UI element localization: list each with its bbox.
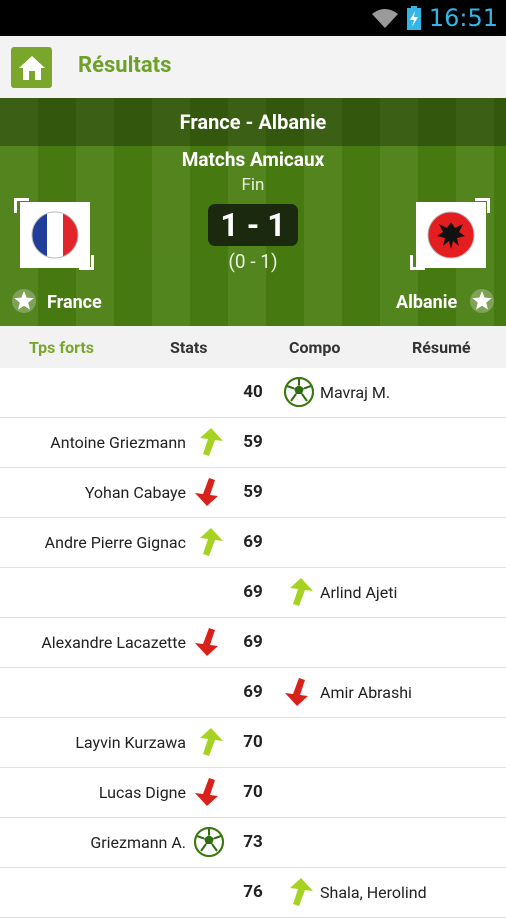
france-flag-icon <box>31 211 79 259</box>
event-row[interactable]: 40 Mavraj M. <box>0 368 506 418</box>
substitution-in-arrow-icon <box>193 726 225 758</box>
event-minute: 69 <box>243 532 263 552</box>
substitution-out-arrow-icon <box>193 476 225 508</box>
event-row[interactable]: Griezmann A. 73 <box>0 818 506 868</box>
event-minute: 69 <box>243 632 263 652</box>
tab-stats[interactable]: Stats <box>170 338 207 357</box>
match-header: France - Albanie Matchs Amicaux Fin 1 - … <box>0 98 506 326</box>
away-team-name: Albanie <box>396 292 458 313</box>
tab-tps-forts[interactable]: Tps forts <box>29 338 94 357</box>
event-minute: 40 <box>243 382 263 402</box>
home-player-name: Yohan Cabaye <box>84 483 186 502</box>
event-minute: 76 <box>243 882 263 902</box>
event-row[interactable]: Andre Pierre Gignac 69 <box>0 518 506 568</box>
match-status: Fin <box>241 175 265 195</box>
event-row[interactable]: Alexandre Lacazette 69 <box>0 618 506 668</box>
home-player-name: Layvin Kurzawa <box>75 733 186 752</box>
home-player-name: Alexandre Lacazette <box>41 633 186 652</box>
home-icon <box>18 55 45 80</box>
substitution-in-arrow-icon <box>283 576 315 608</box>
match-title: France - Albanie <box>179 110 327 134</box>
page-title: Résultats <box>78 53 172 78</box>
ball-icon <box>283 376 315 408</box>
substitution-in-arrow-icon <box>193 526 225 558</box>
favorite-star-icon[interactable] <box>11 288 37 314</box>
substitution-out-arrow-icon <box>193 776 225 808</box>
clock: 16:51 <box>428 4 498 32</box>
event-row[interactable]: Antoine Griezmann 59 <box>0 418 506 468</box>
home-player-name: Antoine Griezmann <box>50 433 186 452</box>
event-minute: 69 <box>243 582 263 602</box>
substitution-in-arrow-icon <box>283 876 315 908</box>
score: 1 - 1 <box>208 204 298 246</box>
away-player-name: Amir Abrashi <box>320 683 412 702</box>
home-player-name: Griezmann A. <box>90 833 186 852</box>
event-minute: 70 <box>243 732 263 752</box>
home-button[interactable] <box>11 47 52 88</box>
home-player-name: Lucas Digne <box>98 783 186 802</box>
favorite-star-icon[interactable] <box>469 288 495 314</box>
event-row[interactable]: 69 Arlind Ajeti <box>0 568 506 618</box>
tab-bar: Tps forts Stats Compo Résumé <box>0 326 506 369</box>
event-minute: 73 <box>243 832 263 852</box>
substitution-out-arrow-icon <box>283 676 315 708</box>
tab-resume[interactable]: Résumé <box>412 338 471 357</box>
home-team-name: France <box>47 292 102 313</box>
event-minute: 70 <box>243 782 263 802</box>
substitution-in-arrow-icon <box>193 426 225 458</box>
event-minute: 59 <box>243 432 263 452</box>
substitution-out-arrow-icon <box>193 626 225 658</box>
event-row[interactable]: Lucas Digne 70 <box>0 768 506 818</box>
albania-flag-icon <box>427 211 475 259</box>
away-team-badge[interactable] <box>410 198 490 270</box>
wifi-icon <box>371 9 398 28</box>
event-row[interactable]: 76 Shala, Herolind <box>0 868 506 918</box>
away-player-name: Shala, Herolind <box>320 883 427 902</box>
event-row[interactable]: 69 Amir Abrashi <box>0 668 506 718</box>
away-player-name: Arlind Ajeti <box>320 583 398 602</box>
home-player-name: Andre Pierre Gignac <box>44 533 186 552</box>
away-player-name: Mavraj M. <box>320 383 391 402</box>
ball-icon <box>193 826 225 858</box>
status-bar: 16:51 <box>0 0 506 36</box>
battery-icon <box>406 6 421 30</box>
event-minute: 69 <box>243 682 263 702</box>
home-team-badge[interactable] <box>14 198 94 270</box>
competition-name: Matchs Amicaux <box>181 148 325 171</box>
app-bar: Résultats <box>0 36 506 99</box>
event-row[interactable]: Layvin Kurzawa 70 <box>0 718 506 768</box>
events-list: 40 Mavraj M. Antoine Griezmann 59 Yohan Caba… <box>0 368 506 918</box>
tab-compo[interactable]: Compo <box>289 338 340 357</box>
event-minute: 59 <box>243 482 263 502</box>
event-row[interactable]: Yohan Cabaye 59 <box>0 468 506 518</box>
